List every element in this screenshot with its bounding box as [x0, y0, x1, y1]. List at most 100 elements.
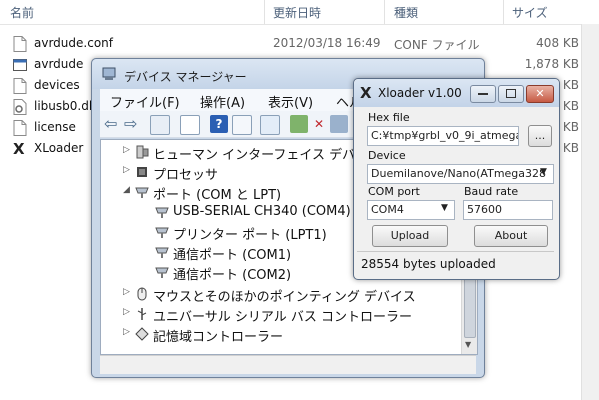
explorer-column-header: 名前 更新日時 種類 サイズ: [0, 0, 599, 25]
uninstall-icon[interactable]: ✕: [310, 115, 328, 133]
expand-icon[interactable]: ▷: [123, 145, 130, 155]
document-icon: [13, 36, 27, 52]
file-name: XLoader: [34, 141, 84, 155]
document-icon: [13, 120, 27, 136]
hid-icon: [136, 145, 149, 159]
port-icon: [155, 267, 169, 278]
column-size[interactable]: サイズ: [512, 4, 548, 21]
back-arrow-icon[interactable]: ⇦: [104, 115, 122, 133]
minimize-button[interactable]: [470, 85, 496, 103]
upload-status-text: 28554 bytes uploaded: [361, 257, 496, 271]
document-icon: [13, 78, 27, 94]
file-row[interactable]: avrdude.conf 2012/03/18 16:49 CONF ファイル …: [0, 33, 599, 54]
menu-view[interactable]: 表示(V): [268, 92, 313, 111]
details-icon[interactable]: [232, 115, 252, 135]
tree-label: 記憶域コントローラー: [153, 330, 284, 345]
column-divider: [264, 0, 265, 24]
tree-node[interactable]: ▷ ユニバーサル シリアル バス コントローラー: [101, 304, 461, 325]
about-button[interactable]: About: [474, 225, 548, 247]
tree-label: プリンター ポート (LPT1): [173, 228, 327, 243]
close-button[interactable]: ✕: [526, 85, 554, 103]
file-name: license: [34, 120, 76, 134]
app-window-icon: [13, 59, 27, 71]
file-date: 2012/03/18 16:49: [273, 36, 381, 50]
tree-node[interactable]: ▷ 記憶域コントローラー: [101, 324, 461, 345]
properties-grid-icon[interactable]: [150, 115, 170, 135]
tree-label: 通信ポート (COM2): [173, 268, 292, 283]
port-icon: [135, 187, 149, 198]
column-type[interactable]: 種類: [394, 4, 418, 21]
browse-button[interactable]: ...: [528, 125, 552, 147]
processor-icon: [137, 167, 147, 177]
file-type: CONF ファイル: [394, 38, 480, 52]
maximize-button[interactable]: [498, 85, 524, 103]
column-date[interactable]: 更新日時: [273, 4, 321, 21]
port-icon: [155, 227, 169, 238]
maximize-icon: [506, 89, 516, 98]
com-port-label: COM port: [368, 185, 420, 198]
xloader-titlebar[interactable]: X Xloader v1.00 ✕: [354, 79, 559, 107]
file-size: KB: [562, 78, 579, 92]
file-size: KB: [562, 141, 579, 155]
tree-label: USB-SERIAL CH340 (COM4): [173, 204, 351, 219]
chevron-down-icon: ▼: [441, 203, 448, 213]
window-title: Xloader v1.00: [378, 86, 462, 100]
close-icon: ✕: [535, 87, 545, 100]
baud-rate-input[interactable]: 57600: [463, 200, 553, 220]
explorer-scrollbar[interactable]: [581, 24, 599, 400]
collapse-icon[interactable]: ◢: [123, 185, 130, 195]
device-label: Device: [368, 149, 406, 162]
mouse-icon: [137, 287, 147, 301]
file-name: devices: [34, 78, 80, 92]
expand-icon[interactable]: ▷: [123, 327, 130, 337]
page-icon[interactable]: [180, 115, 200, 135]
expand-icon[interactable]: ▷: [123, 165, 130, 175]
file-name: libusb0.dll: [34, 99, 96, 113]
file-name: avrdude.conf: [34, 36, 113, 50]
xloader-x-icon: X: [13, 140, 25, 158]
port-icon: [155, 247, 169, 258]
update-driver-icon[interactable]: [290, 115, 308, 133]
help-icon[interactable]: ?: [210, 115, 228, 133]
device-manager-icon: [102, 67, 116, 80]
storage-icon: [135, 327, 149, 341]
file-name: avrdude: [34, 57, 84, 71]
xloader-window: X Xloader v1.00 ✕ Hex file C:¥tmp¥grbl_v…: [353, 78, 560, 280]
usb-icon: [137, 308, 147, 320]
status-bar: [100, 355, 476, 374]
column-name[interactable]: 名前: [10, 4, 34, 21]
tree-label: マウスとそのほかのポインティング デバイス: [153, 290, 416, 305]
column-divider: [384, 0, 385, 24]
forward-arrow-icon[interactable]: ⇨: [124, 115, 142, 133]
tree-label: 通信ポート (COM1): [173, 248, 292, 263]
minimize-icon: [478, 93, 488, 95]
device-select[interactable]: Duemilanove/Nano(ATmega328 ▼: [367, 164, 554, 184]
expand-icon[interactable]: ▷: [123, 287, 130, 297]
disable-device-icon[interactable]: [330, 115, 348, 133]
status-bar: 28554 bytes uploaded: [357, 251, 554, 276]
column-divider: [503, 0, 504, 24]
tree-label: ユニバーサル シリアル バス コントローラー: [153, 310, 413, 325]
upload-button[interactable]: Upload: [372, 225, 448, 247]
xloader-x-icon: X: [360, 84, 372, 102]
menu-action[interactable]: 操作(A): [200, 92, 245, 111]
tree-node[interactable]: ▷ マウスとそのほかのポインティング デバイス: [101, 284, 461, 305]
com-port-select[interactable]: COM4 ▼: [367, 200, 455, 220]
tree-label: ポート (COM と LPT): [153, 188, 282, 203]
file-size: KB: [562, 120, 579, 134]
scroll-down-icon[interactable]: ▼: [465, 340, 471, 349]
hex-file-label: Hex file: [368, 111, 410, 124]
baud-rate-label: Baud rate: [464, 185, 519, 198]
dll-gear-icon: [13, 99, 27, 115]
menu-file[interactable]: ファイル(F): [110, 92, 180, 111]
window-title: デバイス マネージャー: [124, 70, 247, 84]
chevron-down-icon: ▼: [540, 167, 547, 177]
expand-icon[interactable]: ▷: [123, 307, 130, 317]
file-size: KB: [562, 99, 579, 113]
port-icon: [155, 207, 169, 218]
sort-arrow-icon: ⌃: [455, 0, 463, 4]
scan-hardware-icon[interactable]: [260, 115, 280, 135]
hex-file-input[interactable]: C:¥tmp¥grbl_v0_9i_atmega328: [367, 126, 519, 146]
tree-label: ヒューマン インターフェイス デバ: [153, 148, 356, 163]
file-size: 408 KB: [536, 36, 579, 50]
